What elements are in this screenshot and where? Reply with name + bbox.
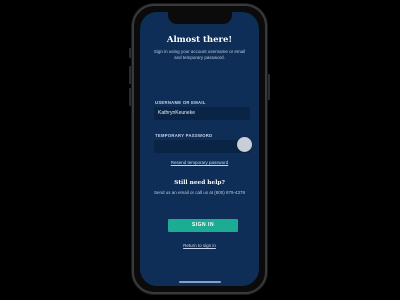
password-label: TEMPORARY PASSWORD (155, 133, 213, 138)
phone-screen: Almost there! Sign in using your account… (140, 12, 259, 286)
username-label: USERNAME OR EMAIL (155, 100, 206, 105)
phone-power-button (267, 74, 270, 100)
stage: Almost there! Sign in using your account… (0, 0, 400, 300)
username-field[interactable]: KathrynKeuneke (154, 107, 250, 120)
login-form: Almost there! Sign in using your account… (140, 12, 259, 286)
password-field[interactable] (154, 137, 252, 153)
sign-in-button[interactable]: SIGN IN (168, 219, 238, 232)
password-toggle-knob[interactable] (237, 137, 252, 152)
page-subtitle: Sign in using your account username or e… (153, 49, 246, 60)
home-indicator (178, 281, 221, 283)
return-to-sign-in-link[interactable]: Return to sign in (140, 243, 259, 248)
resend-password-link[interactable]: Resend temporary password (140, 160, 259, 165)
help-title: Still need help? (174, 180, 225, 186)
page-title: Almost there! (166, 35, 233, 45)
help-text: Send us an email or call us at (800) 879… (153, 190, 246, 195)
username-value: KathrynKeuneke (158, 110, 195, 116)
phone-frame: Almost there! Sign in using your account… (132, 4, 267, 294)
